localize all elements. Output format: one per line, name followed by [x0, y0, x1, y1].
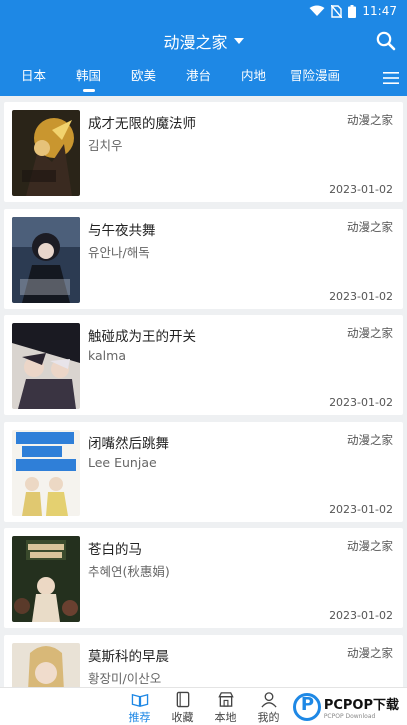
comic-list: 成才无限的魔法师 김치우 动漫之家 2023-01-02 与午夜共舞 유안나/해… [0, 96, 407, 687]
comic-cover [12, 323, 80, 409]
comic-date: 2023-01-02 [329, 502, 393, 516]
tab-hktw[interactable]: 港台 [171, 60, 226, 96]
nav-favorites-label: 收藏 [171, 711, 194, 724]
comic-cover [12, 536, 80, 622]
nav-profile-label: 我的 [257, 711, 280, 724]
category-tabs: 日本 韩国 欧美 港台 内地 冒险漫画 [0, 60, 407, 96]
tab-mainland[interactable]: 内地 [226, 60, 281, 96]
watermark-subtext: PCPOP Download [323, 713, 376, 720]
comic-author: 추혜연(秋惠娟) [88, 564, 170, 579]
comic-card[interactable]: 成才无限的魔法师 김치우 动漫之家 2023-01-02 [4, 102, 403, 202]
caret-down-icon [233, 38, 244, 44]
comic-cover [12, 429, 80, 516]
status-time: 11:47 [362, 4, 397, 18]
comic-date: 2023-01-02 [329, 289, 393, 303]
comic-source: 动漫之家 [347, 326, 393, 340]
tab-japan[interactable]: 日本 [6, 60, 61, 96]
menu-icon[interactable] [383, 70, 399, 86]
battery-icon [348, 4, 357, 18]
wifi-icon [309, 5, 325, 17]
pcpop-logo-icon [292, 693, 321, 721]
page-title: 动漫之家 [163, 33, 228, 52]
nav-recommend[interactable]: 推荐 [118, 688, 161, 725]
comic-card[interactable]: 与午夜共舞 유안나/해독 动漫之家 2023-01-02 [4, 208, 403, 309]
watermark-text: PCPOP下载 [323, 698, 399, 713]
comic-title: 触碰成为王的开关 [88, 329, 196, 345]
comic-card[interactable]: 闭嘴然后跳舞 Lee Eunjae 动漫之家 2023-01-02 [4, 421, 403, 522]
tab-adventure[interactable]: 冒险漫画 [281, 60, 349, 96]
comic-title: 与午夜共舞 [88, 222, 156, 239]
store-icon [217, 692, 234, 707]
comic-author: 김치우 [88, 138, 123, 153]
nav-local[interactable]: 本地 [204, 688, 247, 725]
comic-source: 动漫之家 [347, 539, 393, 553]
comic-title: 莫斯科的早晨 [88, 648, 169, 665]
comic-cover [12, 642, 80, 687]
comic-card[interactable]: 莫斯科的早晨 황장미/이산오 动漫之家 [4, 634, 403, 687]
no-sim-icon [331, 4, 343, 18]
comic-source: 动漫之家 [347, 113, 393, 127]
comic-card[interactable]: 触碰成为王的开关 kalma 动漫之家 2023-01-02 [4, 315, 403, 415]
comic-date: 2023-01-02 [329, 609, 393, 622]
book-open-icon [131, 693, 148, 707]
comic-cover [12, 216, 80, 303]
comic-date: 2023-01-02 [329, 396, 393, 409]
tab-korea[interactable]: 韩国 [61, 60, 116, 96]
search-icon[interactable] [375, 30, 397, 52]
comic-cover [12, 110, 80, 196]
watermark-logo: PCPOP下载 PCPOP Download [292, 693, 399, 721]
comic-source: 动漫之家 [347, 645, 393, 660]
tab-western[interactable]: 欧美 [116, 60, 171, 96]
nav-local-label: 本地 [214, 711, 237, 724]
app-header: 动漫之家 [0, 22, 407, 60]
comic-source: 动漫之家 [347, 432, 393, 447]
nav-profile[interactable]: 我的 [247, 688, 290, 725]
status-bar: 11:47 [0, 0, 407, 22]
comic-author: 유안나/해독 [88, 244, 150, 260]
comic-author: kalma [88, 348, 126, 363]
comic-title: 苍白的马 [88, 542, 142, 558]
comic-source: 动漫之家 [347, 219, 393, 234]
comic-date: 2023-01-02 [329, 183, 393, 196]
comic-author: 황장미/이산오 [88, 670, 162, 686]
person-icon [260, 692, 277, 708]
comic-title: 成才无限的魔法师 [88, 116, 196, 132]
comic-title: 闭嘴然后跳舞 [88, 435, 169, 452]
comic-card[interactable]: 苍白的马 추혜연(秋惠娟) 动漫之家 2023-01-02 [4, 528, 403, 628]
nav-recommend-label: 推荐 [128, 711, 151, 724]
comic-author: Lee Eunjae [88, 454, 157, 470]
book-icon [176, 691, 189, 708]
source-selector[interactable]: 动漫之家 [163, 29, 244, 53]
nav-favorites[interactable]: 收藏 [161, 688, 204, 725]
